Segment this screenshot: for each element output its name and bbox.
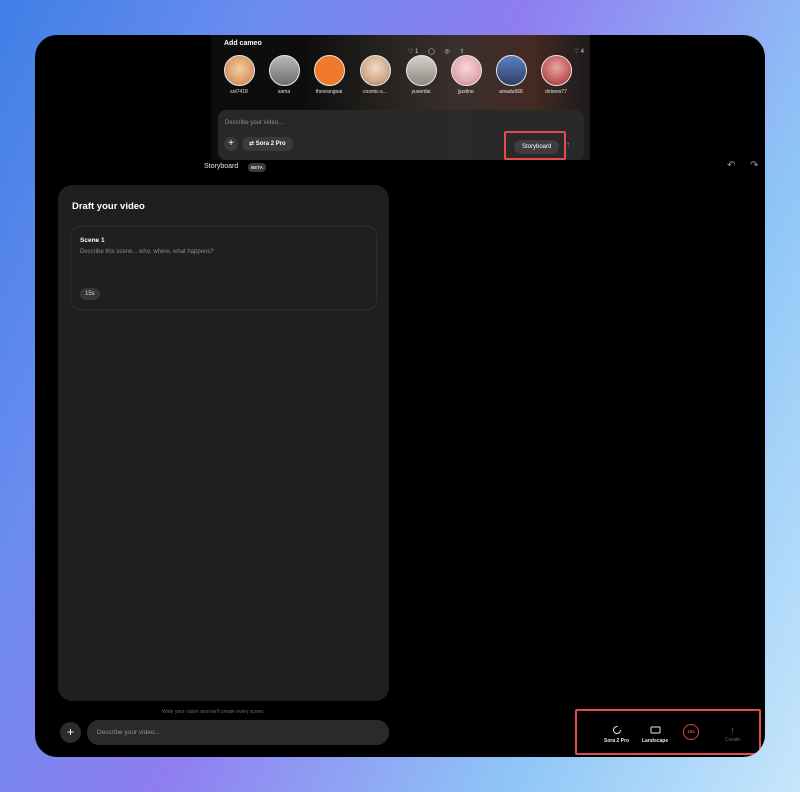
redo-icon[interactable]: ↷ [750, 160, 758, 171]
model-control-label: Sora 2 Pro [604, 738, 630, 744]
cameo-item[interactable]: amadu666 [492, 55, 530, 95]
cameo-item[interactable]: jjustine [447, 55, 485, 95]
describe-video-input[interactable] [87, 720, 389, 745]
cameo-name: sol7418 [230, 89, 248, 95]
cameo-item[interactable]: sama [265, 55, 303, 95]
avatar [540, 55, 572, 86]
cameo-name: cosmic-s... [363, 89, 387, 95]
up-arrow-icon: ↑ [730, 725, 735, 735]
hint-text: Write your vision and we'll create every… [162, 709, 265, 715]
avatar [359, 55, 391, 86]
cameo-name: dolores77 [545, 89, 567, 95]
cameo-item[interactable]: cosmic-s... [356, 55, 394, 95]
scene-duration-chip[interactable]: 15s [80, 288, 100, 300]
cameo-name: theorangeai [315, 89, 343, 95]
add-attachment-button[interactable]: + [60, 722, 81, 743]
model-selector[interactable]: ⇄ Sora 2 Pro [242, 137, 293, 151]
settings-icon: ⇄ [249, 141, 256, 147]
highlight-box [504, 131, 566, 160]
prompt-input[interactable]: Describe your video... [225, 120, 283, 126]
prompt-card: Describe your video... + ⇄ Sora 2 Pro St… [218, 110, 584, 160]
cameo-title: Add cameo [224, 40, 262, 47]
cameo-name: amadu666 [499, 89, 523, 95]
like-count-right[interactable]: ♡ 4 [574, 48, 584, 55]
avatar [268, 55, 300, 86]
cameo-name: jjustine [458, 89, 474, 95]
avatar [313, 55, 345, 86]
refresh-icon [612, 726, 621, 734]
cameo-name: yuserdai [411, 89, 431, 95]
draft-title: Draft your video [72, 201, 145, 212]
app-window: Add cameo ♡ 1 ◯ ◎ ⇧ ♡ 4 sol7418 sama the… [35, 35, 765, 757]
send-arrow-icon[interactable]: ↑ [566, 140, 570, 149]
cameo-item[interactable]: yuserdai [402, 55, 440, 95]
storyboard-label: Storyboard [204, 163, 239, 170]
beta-badge: BETA [248, 163, 266, 172]
cameo-item[interactable]: theorangeai [310, 55, 348, 95]
orientation-label: Landscape [642, 738, 669, 744]
avatar [450, 55, 482, 86]
avatar [223, 55, 255, 86]
create-button[interactable]: ↑ Create [725, 725, 740, 743]
avatar [495, 55, 527, 86]
cameo-item[interactable]: sol7418 [220, 55, 258, 95]
duration-control[interactable]: 15s [683, 724, 699, 740]
undo-icon[interactable]: ↶ [727, 160, 735, 171]
landscape-icon [650, 726, 661, 734]
orientation-control[interactable]: Landscape [642, 725, 668, 744]
draft-panel: Draft your video Scene 1 Describe this s… [58, 185, 389, 701]
avatar [405, 55, 437, 86]
reaction-bar: ♡ 1 ◯ ◎ ⇧ [408, 48, 472, 55]
scene-card[interactable]: Scene 1 Describe this scene... who, wher… [70, 226, 377, 310]
cameo-item[interactable]: dolores77 [537, 55, 575, 95]
scene-title: Scene 1 [80, 237, 105, 244]
model-label: Sora 2 Pro [255, 141, 286, 147]
scene-description-input[interactable]: Describe this scene... who, where, what … [80, 249, 214, 255]
model-control[interactable]: Sora 2 Pro [604, 725, 629, 744]
cameo-name: sama [277, 89, 291, 95]
add-button[interactable]: + [224, 137, 238, 151]
create-label: Create [725, 737, 741, 743]
